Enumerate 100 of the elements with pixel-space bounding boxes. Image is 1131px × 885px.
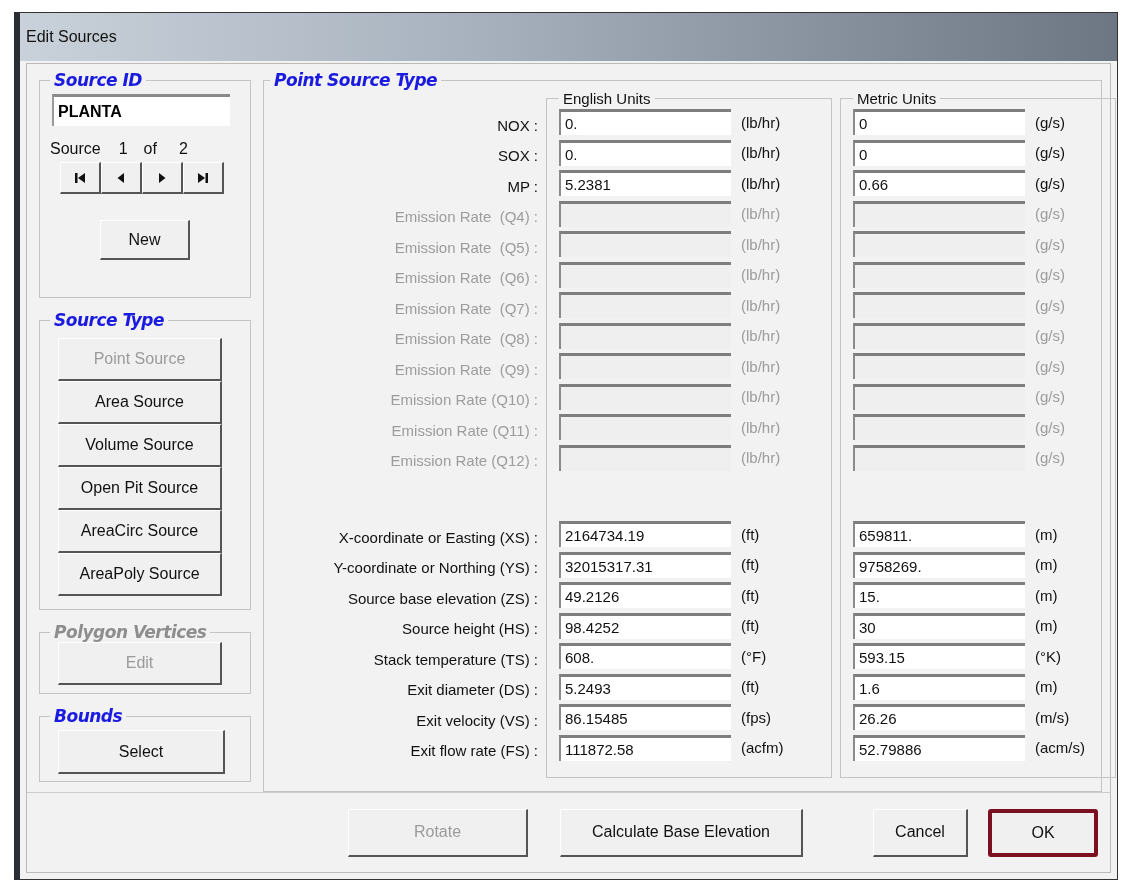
source-type-button[interactable]: Volume Source bbox=[58, 424, 222, 467]
unit-label: (m/s) bbox=[1035, 708, 1070, 726]
unit-label: (lb/hr) bbox=[741, 235, 781, 253]
source-type-button[interactable]: Open Pit Source bbox=[58, 467, 222, 510]
unit-label: (lb/hr) bbox=[741, 418, 781, 436]
select-button[interactable]: Select bbox=[58, 730, 225, 774]
unit-label: (lb/hr) bbox=[741, 205, 781, 223]
unit-label: (m) bbox=[1035, 678, 1058, 696]
unit-label: (°F) bbox=[741, 647, 767, 665]
counter-value: 2 bbox=[178, 140, 188, 158]
value-field[interactable]: 0.66 bbox=[853, 170, 1025, 197]
unit-label: (g/s) bbox=[1035, 113, 1065, 131]
unit-label: (ft) bbox=[741, 617, 760, 635]
field-label: SOX : bbox=[497, 146, 538, 167]
value-field[interactable]: 608. bbox=[559, 643, 731, 670]
field-label: Emission Rate (Q5) : bbox=[393, 237, 538, 258]
unit-label: (°K) bbox=[1035, 647, 1061, 665]
source-type-button[interactable]: AreaPoly Source bbox=[58, 553, 222, 596]
value-field[interactable]: 111872.58 bbox=[559, 734, 731, 761]
unit-label: (lb/hr) bbox=[741, 449, 781, 467]
unit-label: (g/s) bbox=[1035, 205, 1065, 223]
value-field[interactable]: 593.15 bbox=[853, 643, 1025, 670]
skip-forward-icon bbox=[197, 171, 209, 184]
source-id-field[interactable]: PLANTA bbox=[52, 94, 230, 126]
value-field[interactable]: 26.26 bbox=[853, 704, 1025, 731]
group-title: Source ID bbox=[53, 70, 143, 90]
field-label: Emission Rate (Q12) : bbox=[389, 451, 538, 472]
value-field[interactable]: 9758269. bbox=[853, 551, 1025, 578]
field-label: NOX : bbox=[496, 115, 538, 136]
unit-label: (lb/hr) bbox=[741, 174, 781, 192]
value-field[interactable]: 0 bbox=[853, 139, 1025, 166]
field-label: Stack temperature (TS) : bbox=[372, 649, 538, 670]
nav-button[interactable] bbox=[183, 162, 224, 194]
unit-label: (m) bbox=[1035, 556, 1058, 574]
group-title: Metric Units bbox=[856, 90, 938, 107]
unit-label: (lb/hr) bbox=[741, 327, 781, 345]
field-label: Emission Rate (Q10) : bbox=[389, 390, 538, 411]
field-label: Source height (HS) : bbox=[401, 619, 538, 640]
unit-label: (ft) bbox=[741, 586, 760, 604]
nav-button[interactable] bbox=[60, 162, 101, 194]
unit-label: (g/s) bbox=[1035, 144, 1065, 162]
unit-label: (g/s) bbox=[1035, 449, 1065, 467]
field-label: Exit velocity (VS) : bbox=[415, 710, 538, 731]
unit-label: (m) bbox=[1035, 586, 1058, 604]
source-type-button[interactable]: AreaCirc Source bbox=[58, 510, 222, 553]
unit-label: (g/s) bbox=[1035, 174, 1065, 192]
counter-value: 1 bbox=[118, 140, 128, 158]
value-field[interactable]: 98.4252 bbox=[559, 612, 731, 639]
value-field[interactable]: 0. bbox=[559, 109, 731, 136]
field-label: Exit flow rate (FS) : bbox=[409, 741, 538, 762]
value-field[interactable]: 2164734.19 bbox=[559, 521, 731, 548]
window-title: Edit Sources bbox=[26, 28, 117, 46]
unit-label: (acm/s) bbox=[1035, 739, 1085, 757]
source-type-button[interactable]: Area Source bbox=[58, 381, 222, 424]
unit-label: (g/s) bbox=[1035, 357, 1065, 375]
group-title: Bounds bbox=[53, 706, 124, 726]
field-label: Emission Rate (Q11) : bbox=[390, 420, 538, 441]
nav-button[interactable] bbox=[142, 162, 183, 194]
unit-label: (lb/hr) bbox=[741, 388, 781, 406]
dialog-button[interactable]: Cancel bbox=[873, 808, 968, 857]
value-field[interactable]: 659811. bbox=[853, 521, 1025, 548]
nav-button[interactable] bbox=[101, 162, 142, 194]
unit-label: (g/s) bbox=[1035, 235, 1065, 253]
triangle-right-icon bbox=[156, 171, 168, 184]
value-field[interactable]: 5.2381 bbox=[559, 170, 731, 197]
unit-label: (lb/hr) bbox=[741, 266, 781, 284]
unit-label: (ft) bbox=[741, 678, 760, 696]
new-button[interactable]: New bbox=[100, 220, 190, 260]
unit-label: (lb/hr) bbox=[741, 113, 781, 131]
field-label: MP : bbox=[506, 176, 538, 197]
value-field[interactable]: 30 bbox=[853, 612, 1025, 639]
field-label: Y-coordinate or Northing (YS) : bbox=[332, 558, 538, 579]
dialog-button[interactable]: Calculate Base Elevation bbox=[560, 808, 803, 857]
field-label: Emission Rate (Q6) : bbox=[393, 268, 538, 289]
skip-back-icon bbox=[74, 171, 86, 184]
unit-label: (g/s) bbox=[1035, 266, 1065, 284]
dialog-button[interactable]: OK bbox=[988, 808, 1098, 857]
group-title: Point Source Type bbox=[273, 70, 439, 90]
counter-label: Source bbox=[50, 140, 101, 158]
value-field[interactable]: 49.2126 bbox=[559, 582, 731, 609]
field-label: X-coordinate or Easting (XS) : bbox=[337, 527, 538, 548]
value-field[interactable]: 52.79886 bbox=[853, 734, 1025, 761]
field-label: Emission Rate (Q7) : bbox=[393, 298, 538, 319]
triangle-left-icon bbox=[115, 171, 127, 184]
value-field[interactable]: 32015317.31 bbox=[559, 551, 731, 578]
value-field[interactable]: 1.6 bbox=[853, 673, 1025, 700]
unit-label: (g/s) bbox=[1035, 327, 1065, 345]
unit-label: (ft) bbox=[741, 556, 760, 574]
value-field[interactable]: 5.2493 bbox=[559, 673, 731, 700]
unit-label: (m) bbox=[1035, 525, 1058, 543]
value-field[interactable]: 86.15485 bbox=[559, 704, 731, 731]
unit-label: (lb/hr) bbox=[741, 296, 781, 314]
field-label: Emission Rate (Q8) : bbox=[393, 329, 538, 350]
unit-label: (g/s) bbox=[1035, 296, 1065, 314]
value-field[interactable]: 0 bbox=[853, 109, 1025, 136]
value-field[interactable]: 15. bbox=[853, 582, 1025, 609]
unit-label: (lb/hr) bbox=[741, 357, 781, 375]
unit-label: (g/s) bbox=[1035, 388, 1065, 406]
field-label: Emission Rate (Q4) : bbox=[393, 207, 538, 228]
value-field[interactable]: 0. bbox=[559, 139, 731, 166]
